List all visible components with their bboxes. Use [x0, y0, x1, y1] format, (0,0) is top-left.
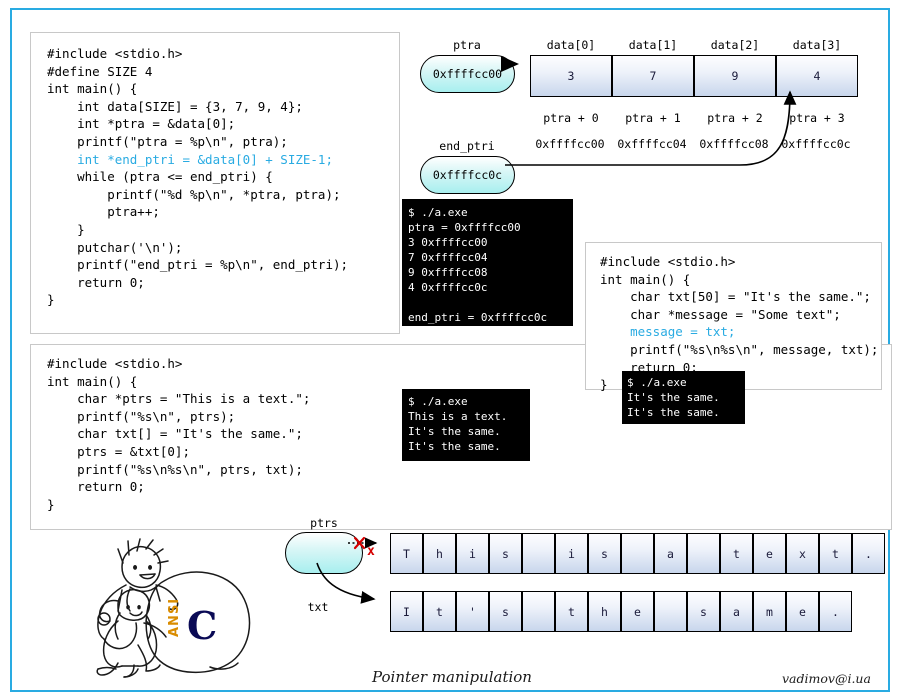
- terminal-array-pointer-output: $ ./a.exe ptra = 0xffffcc00 3 0xffffcc00…: [402, 199, 573, 326]
- ptra-node: 0xffffcc00: [420, 55, 515, 93]
- cell-address: 0xffffcc04: [617, 137, 687, 151]
- char-cell: s: [687, 591, 720, 632]
- terminal-string-assign-output: $ ./a.exe It's the same. It's the same.: [622, 371, 745, 424]
- data-cell: 9: [694, 55, 776, 97]
- data-cell: 3: [530, 55, 612, 97]
- svg-text:C: C: [187, 603, 217, 648]
- author-email: vadimov@i.ua: [782, 671, 871, 686]
- cell-header: data[2]: [710, 38, 760, 52]
- char-cell: .: [819, 591, 852, 632]
- cell-header: data[3]: [792, 38, 842, 52]
- char-cell: T: [390, 533, 423, 574]
- ptra-label: ptra: [453, 38, 481, 52]
- data-cell: 4: [776, 55, 858, 97]
- char-cell: e: [753, 533, 786, 574]
- cell-address: 0xffffcc08: [699, 137, 769, 151]
- char-cell: t: [819, 533, 852, 574]
- slide-canvas: #include <stdio.h> #define SIZE 4 int ma…: [10, 8, 892, 692]
- ptrs-label: ptrs: [310, 516, 338, 530]
- cell-header: data[1]: [628, 38, 678, 52]
- svg-text:ANSI: ANSI: [167, 598, 182, 637]
- char-cell: [522, 533, 555, 574]
- code-panel-array-pointer: #include <stdio.h> #define SIZE 4 int ma…: [30, 32, 400, 334]
- cell-offset: ptra + 3: [789, 111, 845, 125]
- char-cell: [654, 591, 687, 632]
- cell-offset: ptra + 0: [543, 111, 599, 125]
- crossed-out-marker: x: [367, 544, 375, 559]
- char-cell: [522, 591, 555, 632]
- char-cell: ': [456, 591, 489, 632]
- char-cell: I: [390, 591, 423, 632]
- char-cell: e: [786, 591, 819, 632]
- char-cell: h: [588, 591, 621, 632]
- end-ptri-node: 0xffffcc0c: [420, 156, 515, 194]
- char-cell: h: [423, 533, 456, 574]
- ptrs-node: [285, 532, 363, 574]
- char-cell: e: [621, 591, 654, 632]
- char-cell: t: [423, 591, 456, 632]
- char-cell: s: [489, 533, 522, 574]
- cell-address: 0xffffcc00: [535, 137, 605, 151]
- code-panel-string-assign: #include <stdio.h> int main() { char txt…: [585, 242, 882, 392]
- char-cell: [621, 533, 654, 574]
- txt-label: txt: [307, 600, 329, 614]
- ansi-c-snowball-drawing: ANSI C: [60, 535, 260, 680]
- data-cell: 7: [612, 55, 694, 97]
- char-cell: t: [720, 533, 753, 574]
- cell-header: data[0]: [546, 38, 596, 52]
- code-array-pointer: #include <stdio.h> #define SIZE 4 int ma…: [47, 46, 349, 308]
- char-cell: t: [555, 591, 588, 632]
- cell-address: 0xffffcc0c: [781, 137, 851, 151]
- char-cell: i: [456, 533, 489, 574]
- terminal-string-pointer-output: $ ./a.exe This is a text. It's the same.…: [402, 389, 530, 461]
- cell-offset: ptra + 1: [625, 111, 681, 125]
- char-cell: .: [852, 533, 885, 574]
- page-title: Pointer manipulation: [372, 668, 532, 686]
- char-cell: i: [555, 533, 588, 574]
- char-cell: m: [753, 591, 786, 632]
- cell-offset: ptra + 2: [707, 111, 763, 125]
- char-cell: x: [786, 533, 819, 574]
- char-cell: a: [720, 591, 753, 632]
- end-ptri-label: end_ptri: [439, 139, 495, 153]
- char-cell: a: [654, 533, 687, 574]
- char-cell: [687, 533, 720, 574]
- char-cell: s: [489, 591, 522, 632]
- char-cell: s: [588, 533, 621, 574]
